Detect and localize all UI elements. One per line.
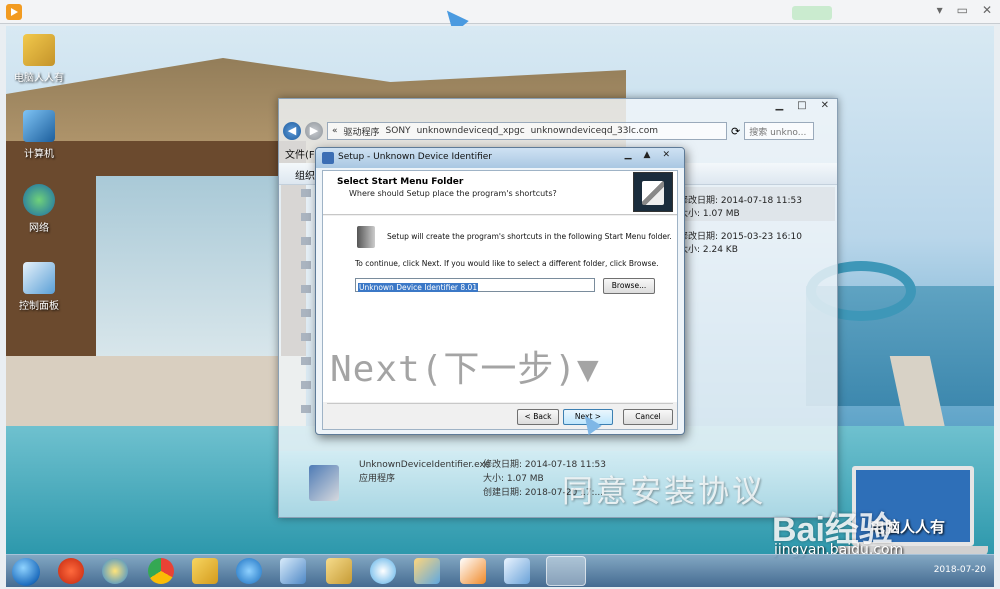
browse-button[interactable]: Browse... [603,278,655,294]
setup-file-icon [309,465,339,501]
chevron-down-icon[interactable]: ▾ [937,3,943,17]
chrome-icon[interactable] [148,558,174,584]
close-icon[interactable]: ✕ [662,150,670,160]
start-button[interactable] [12,558,40,586]
desktop-icon-computer[interactable]: 计算机 [6,110,72,160]
pinwheel-icon[interactable] [370,558,396,584]
folder-icon[interactable] [192,558,218,584]
taskbar: 2018-07-20 [6,554,994,587]
user-folder-icon [23,34,55,66]
paint-icon[interactable] [414,558,440,584]
menu-file[interactable]: 文件(F) [285,146,319,161]
details-type: 应用程序 [359,474,396,484]
network-icon[interactable] [280,558,306,584]
antivirus-icon[interactable] [58,558,84,584]
player-badge [792,6,832,20]
desktop-icon-label: 网络 [29,223,49,234]
network-globe-icon [23,184,55,216]
installer-logo-icon [633,172,673,212]
wizard-continue-text: To continue, click Next. If you would li… [355,259,659,268]
desktop-icon-user[interactable]: 电脑人人有 [6,34,72,84]
start-menu-folder-icon [357,226,375,248]
folder-input-value: Unknown Device Identifier 8.01 [358,283,479,292]
breadcrumb-overflow[interactable]: « [332,126,338,136]
explorer-window-controls: ▁ □ ✕ [775,100,829,111]
breadcrumb-item[interactable]: SONY [386,126,411,136]
wizard-header: Select Start Menu Folder Where should Se… [323,171,677,215]
wizard-divider [327,403,673,404]
file-row-size: 大小: 1.07 MB [679,209,740,219]
ie-browser-icon[interactable] [102,558,128,584]
navigation-pane [301,189,313,429]
breadcrumb[interactable]: « 驱动程序 SONY unknowndeviceqd_xpgc unknown… [327,122,727,140]
minimize-icon[interactable]: ▁ [775,100,783,111]
restore-icon[interactable]: ▭ [957,3,968,17]
media-player-icon[interactable] [460,558,486,584]
wizard-title: Setup - Unknown Device Identifier [338,152,492,162]
control-panel-icon [23,262,55,294]
file-row-modified: 修改日期: 2014-07-18 11:53 [679,196,802,206]
refresh-icon[interactable]: ⟳ [731,125,740,138]
clock[interactable]: 2018-07-20 [934,565,986,575]
file-row-modified: 修改日期: 2015-03-23 16:10 [679,232,802,242]
setup-taskbar-icon[interactable] [546,556,586,586]
close-icon[interactable]: ✕ [821,100,829,111]
browser-blue-icon[interactable] [236,558,262,584]
back-button[interactable]: < Back [517,409,559,425]
forward-arrow-icon[interactable]: ▶ [305,122,323,140]
desktop-icon-network[interactable]: 网络 [6,184,72,234]
start-menu-folder-input[interactable]: Unknown Device Identifier 8.01 [355,278,595,292]
desktop-icon-label: 计算机 [24,149,54,160]
minimize-icon[interactable]: ▁ [625,150,632,160]
computer-icon [23,110,55,142]
maximize-icon[interactable]: □ [797,100,806,111]
next-hint-overlay: Next(下一步)▼ [330,349,600,390]
explorer-menu-bar: 文件(F) [285,146,319,161]
wizard-info-text: Setup will create the program's shortcut… [387,232,672,241]
wizard-heading: Select Start Menu Folder [337,177,464,187]
explorer-address-bar: ◀ ▶ « 驱动程序 SONY unknowndeviceqd_xpgc unk… [283,121,835,141]
breadcrumb-item[interactable]: unknowndeviceqd_33lc.com [531,126,658,136]
cancel-button[interactable]: Cancel [623,409,673,425]
organize-button[interactable]: 组织 [295,167,315,182]
desktop-icon-label: 控制面板 [19,301,59,312]
maximize-icon[interactable]: ▲ [644,150,651,160]
wallpaper-window [96,176,281,376]
breadcrumb-item[interactable]: unknowndeviceqd_xpgc [417,126,525,136]
player-logo-icon[interactable] [6,4,22,20]
explorer-icon[interactable] [326,558,352,584]
details-filename: UnknownDeviceIdentifier.exe [359,460,491,470]
desktop-icon-control-panel[interactable]: 控制面板 [6,262,72,312]
details-size: 大小: 1.07 MB [483,474,544,484]
notes-icon[interactable] [504,558,530,584]
setup-app-icon [322,152,334,164]
back-arrow-icon[interactable]: ◀ [283,122,301,140]
search-input[interactable]: 搜索 unkno... [744,122,815,140]
player-window-controls: ▾ ▭ ✕ [937,3,992,17]
breadcrumb-item[interactable]: 驱动程序 [344,125,380,138]
agree-license-overlay: 同意安装协议 [562,474,766,510]
file-row-size: 大小: 2.24 KB [679,245,738,255]
wizard-titlebar: Setup - Unknown Device Identifier ▁ ▲ ✕ [316,148,684,168]
wizard-subheading: Where should Setup place the program's s… [349,189,557,198]
desktop-icon-label: 电脑人人有 [14,73,64,84]
close-icon[interactable]: ✕ [982,3,992,17]
wizard-window-controls: ▁ ▲ ✕ [625,150,670,160]
player-toolbar: ▾ ▭ ✕ [0,0,1000,24]
